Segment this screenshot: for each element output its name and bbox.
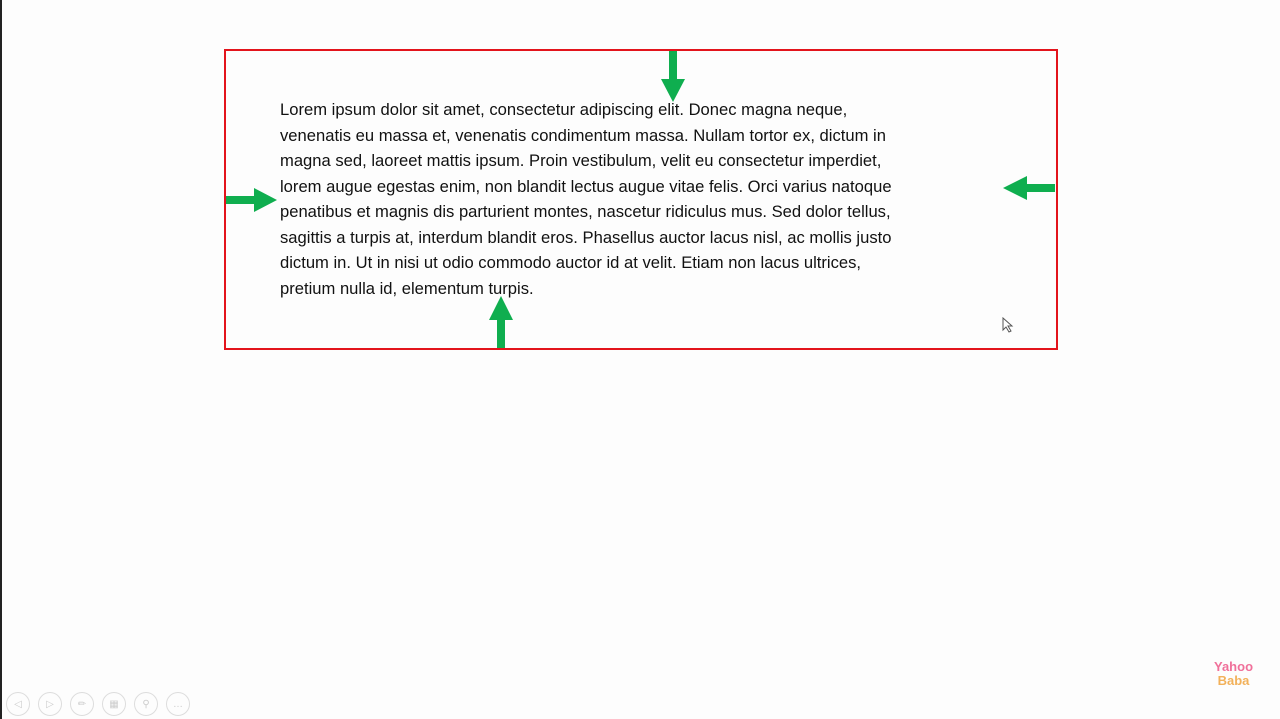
logo-line1: Yahoo (1214, 659, 1254, 674)
paragraph-line: magna sed, laoreet mattis ipsum. Proin v… (280, 151, 882, 170)
paragraph-line: pretium nulla id, elementum turpis. (280, 278, 534, 298)
next-icon[interactable]: ▷ (38, 692, 62, 716)
paragraph-line: venenatis eu massa et, venenatis condime… (280, 125, 886, 145)
arrow-left-icon (1003, 176, 1055, 200)
arrow-right-icon (226, 188, 277, 212)
previous-icon[interactable]: ◁ (6, 692, 30, 716)
yahoo-baba-logo: Yahoo Baba (1214, 660, 1253, 688)
paragraph-line: sagittis a turpis at, interdum blandit e… (280, 227, 892, 247)
logo-line2: Baba (1217, 673, 1250, 688)
paragraph: Lorem ipsum dolor sit amet, consectetur … (280, 97, 892, 301)
slides-grid-icon[interactable]: ▦ (102, 692, 126, 716)
paragraph-line: dictum in. Ut in nisi ut odio commodo au… (280, 253, 862, 272)
window-edge (0, 0, 2, 719)
slideshow-controls: ◁ ▷ ✏ ▦ ⚲ … (6, 692, 190, 716)
paragraph-line: Lorem ipsum dolor sit amet, consectetur … (280, 100, 848, 119)
paragraph-line: penatibus et magnis dis parturient monte… (280, 202, 891, 221)
mouse-cursor-icon (1002, 317, 1014, 333)
arrow-down-icon (661, 51, 685, 102)
zoom-icon[interactable]: ⚲ (134, 692, 158, 716)
more-icon[interactable]: … (166, 692, 190, 716)
pen-icon[interactable]: ✏ (70, 692, 94, 716)
arrow-up-icon (489, 296, 513, 348)
paragraph-line: lorem augue egestas enim, non blandit le… (280, 176, 892, 196)
